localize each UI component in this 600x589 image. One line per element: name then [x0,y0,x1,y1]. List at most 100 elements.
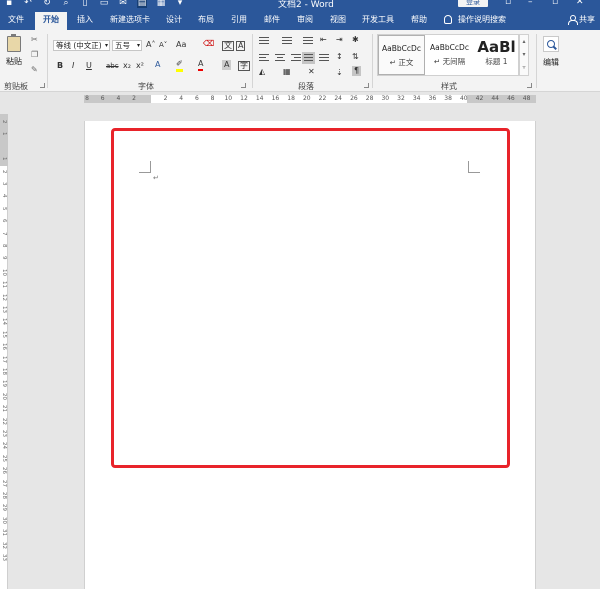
tab-help[interactable]: 帮助 [411,14,427,25]
open-icon[interactable]: ▭ [99,0,109,8]
print-icon[interactable]: ▤ [137,0,147,8]
style-heading-1[interactable]: AaBl 标题 1 [473,35,520,75]
bullets-icon[interactable] [259,37,269,45]
undo-icon[interactable]: ↶ [23,0,33,8]
ruler-number: 9 [1,256,7,260]
enclose-char-icon[interactable]: A [236,41,246,51]
tab-mailings[interactable]: 邮件 [264,14,280,25]
change-case-button[interactable]: Aa [176,40,186,50]
distributed-icon[interactable] [319,54,329,62]
align-right-icon[interactable] [291,54,301,62]
tab-new-tab[interactable]: 新建选项卡 [110,14,150,25]
new-doc-icon[interactable]: ▯ [80,0,90,8]
ruler-number: 4 [1,194,7,198]
share-button[interactable]: 共享 [568,14,595,25]
font-color-icon[interactable]: A [198,59,204,71]
char-border-icon[interactable]: 字 [238,61,250,71]
strikethrough-button[interactable]: abc [106,61,119,71]
format-painter-icon[interactable]: ✎ [31,65,38,74]
justify-icon[interactable] [302,52,315,64]
style-normal[interactable]: AaBbCcDc ↵ 正文 [378,35,425,75]
vertical-ruler[interactable]: 2 1 1 2 3 4 5 6 7 8 9 10 11 12 13 14 15 16 17 18 19 20 21 22 23 2… [0,114,8,589]
ruler-number: 14 [1,318,7,326]
font-launcher-icon[interactable] [241,83,246,88]
tab-insert[interactable]: 插入 [77,14,93,25]
style-preview: AaBl [477,38,516,56]
underline-button[interactable]: U [86,61,92,71]
bold-button[interactable]: B [57,61,63,71]
clear-formatting-icon[interactable]: ⌫ [203,39,214,49]
highlight-color-icon[interactable]: ✐ [176,59,183,72]
paste-button[interactable]: 粘贴 [5,34,23,67]
increase-indent-icon[interactable]: ⇥ [336,35,343,45]
email-icon[interactable]: ✉ [118,0,128,8]
borders-icon[interactable]: ▦ [283,67,291,77]
redo-icon[interactable]: ↻ [42,0,52,8]
tab-design[interactable]: 设计 [166,14,182,25]
font-name-select[interactable]: 等线 (中文正) ▾ [53,40,110,51]
dropdown-icon[interactable]: ▾ [175,0,185,8]
more-icon[interactable]: ▿ [520,61,528,74]
tell-me-search[interactable]: 操作说明搜索 [444,14,506,25]
save-icon[interactable]: ▪ [4,0,14,8]
chevron-down-icon[interactable]: ▾ [520,48,528,61]
decrease-indent-icon[interactable]: ⇤ [320,35,327,45]
sort-az-icon[interactable]: ⇣ [336,68,343,78]
tab-developer[interactable]: 开发工具 [362,14,394,25]
gallery-scroll[interactable]: ▴ ▾ ▿ [519,34,529,76]
char-shading-icon[interactable]: A [222,60,232,70]
editing-button[interactable]: 编辑 [543,36,559,68]
tab-layout[interactable]: 布局 [198,14,214,25]
numbering-icon[interactable] [282,37,292,45]
ruler-number: 18 [287,95,295,102]
paragraph-launcher-icon[interactable] [364,83,369,88]
minimize-icon[interactable]: – [528,0,533,7]
font-size-select[interactable]: 五号 ▾ [112,40,142,51]
tab-review[interactable]: 审阅 [297,14,313,25]
subscript-button[interactable]: x₂ [123,61,131,71]
line-spacing-icon[interactable]: ↕ [336,52,343,62]
ruler-number: 16 [1,343,7,351]
tab-references[interactable]: 引用 [231,14,247,25]
chevron-up-icon[interactable]: ▴ [520,35,528,48]
ruler-number: 12 [1,293,7,301]
group-divider [252,34,253,88]
login-button[interactable]: 登录 [458,0,488,7]
styles-launcher-icon[interactable] [527,83,532,88]
multilevel-list-icon[interactable] [303,37,313,45]
align-left-icon[interactable] [259,54,269,62]
print-preview-icon[interactable]: ⌕ [61,0,71,8]
style-no-spacing[interactable]: AaBbCcDc ↵ 无间隔 [426,35,473,75]
tab-home[interactable]: 开始 [35,12,67,30]
sort-icon[interactable]: ⇅ [352,52,359,62]
shrink-font-button[interactable]: A˅ [159,40,167,50]
ribbon-display-icon[interactable]: ▫ [505,0,511,7]
close-icon[interactable]: ✕ [576,0,584,7]
grow-font-button[interactable]: A˄ [146,40,155,50]
shading-icon[interactable]: ◭ [259,67,265,77]
cut-icon[interactable]: ✂ [31,35,38,44]
copy-icon[interactable]: ❐ [31,50,38,59]
maximize-icon[interactable]: ▫ [552,0,558,7]
distribute-text-icon[interactable]: ✕ [308,67,315,77]
align-center-icon[interactable] [275,54,285,62]
ruler-number: 29 [1,504,7,512]
chinese-layout-icon[interactable]: ✱ [352,35,359,45]
font-size-value: 五号 [115,41,130,50]
ruler-number: 2 [132,95,137,102]
superscript-button[interactable]: x² [136,61,144,71]
ruler-number: 14 [255,95,264,102]
clipboard-launcher-icon[interactable] [40,83,45,88]
quick-print-icon[interactable]: ▦ [156,0,166,8]
ruler-number: 12 [240,95,248,102]
horizontal-ruler[interactable]: 8 6 4 2 2 4 6 8 10 12 14 16 18 20 22 24 26 28 30 32 34 36 38 40… [0,93,600,104]
ruler-number: 28 [1,492,7,499]
text-effects-icon[interactable]: A [155,60,160,70]
ruler-number: 24 [334,95,343,102]
ruler-number: 32 [1,541,7,549]
tab-file[interactable]: 文件 [8,14,24,25]
show-marks-icon[interactable]: ¶ [352,66,362,76]
tab-view[interactable]: 视图 [330,14,346,25]
italic-button[interactable]: I [72,61,74,71]
phonetic-guide-icon[interactable]: 文 [222,41,234,51]
